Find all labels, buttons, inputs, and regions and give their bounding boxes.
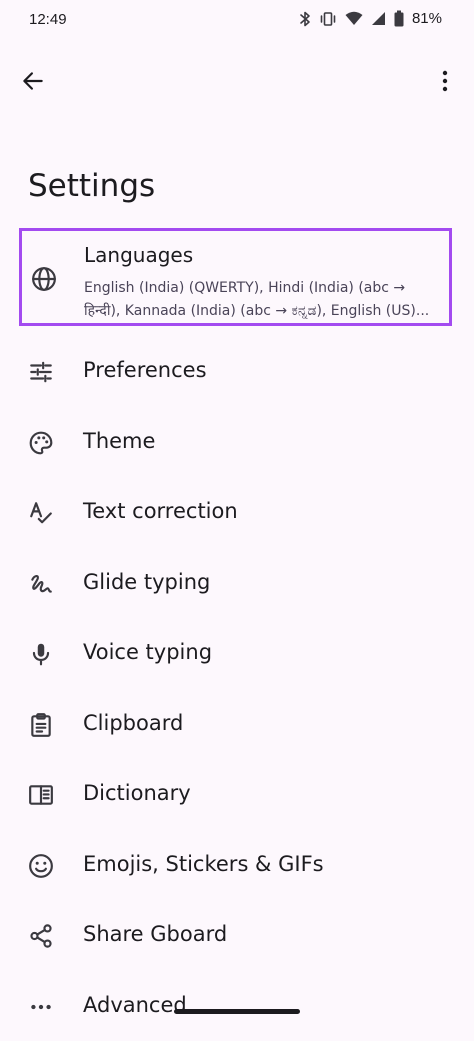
item-label: Dictionary — [83, 781, 191, 805]
item-label: Voice typing — [83, 640, 212, 664]
status-bar: 12:49 81% — [0, 0, 474, 44]
languages-summary: English (India) (QWERTY), Hindi (India) … — [84, 277, 452, 323]
share-icon — [28, 923, 54, 949]
settings-item-dictionary[interactable]: Dictionary — [0, 759, 474, 830]
status-icons: 81% — [299, 10, 442, 27]
status-time: 12:49 — [29, 11, 67, 28]
more-horiz-icon — [28, 994, 54, 1020]
globe-icon — [31, 266, 57, 292]
settings-item-text-correction[interactable]: Text correction — [0, 477, 474, 548]
languages-item[interactable]: Languages English (India) (QWERTY), Hind… — [19, 228, 452, 326]
palette-icon — [28, 430, 54, 456]
settings-item-preferences[interactable]: Preferences — [0, 336, 474, 407]
page-title: Settings — [28, 168, 155, 204]
gesture-icon — [28, 571, 54, 597]
item-label: Clipboard — [83, 711, 183, 735]
more-options-button[interactable] — [432, 66, 458, 96]
signal-icon — [371, 11, 386, 26]
item-label: Text correction — [83, 499, 238, 523]
mic-icon — [28, 641, 54, 667]
item-label: Theme — [83, 429, 155, 453]
settings-item-glide-typing[interactable]: Glide typing — [0, 548, 474, 619]
book-icon — [28, 782, 54, 808]
app-bar — [0, 56, 474, 104]
emoji-icon — [28, 853, 54, 879]
battery-percent: 81% — [412, 10, 442, 27]
back-button[interactable] — [20, 68, 46, 94]
languages-title: Languages — [84, 243, 193, 267]
item-label: Advanced — [83, 993, 187, 1017]
more-vert-icon — [432, 66, 458, 96]
vibrate-icon — [319, 11, 337, 27]
settings-item-theme[interactable]: Theme — [0, 407, 474, 478]
item-label: Emojis, Stickers & GIFs — [83, 852, 324, 876]
wifi-icon — [345, 11, 363, 26]
battery-icon — [394, 10, 404, 27]
spellcheck-icon — [28, 500, 54, 526]
languages-summary-line2: हिन्दी), Kannada (India) (abc → ಕನ್ನಡ), … — [84, 300, 452, 323]
settings-item-voice-typing[interactable]: Voice typing — [0, 618, 474, 689]
item-label: Preferences — [83, 358, 207, 382]
settings-item-emojis[interactable]: Emojis, Stickers & GIFs — [0, 830, 474, 901]
bluetooth-icon — [299, 11, 311, 27]
settings-item-share-gboard[interactable]: Share Gboard — [0, 900, 474, 971]
item-label: Glide typing — [83, 570, 210, 594]
gesture-navigation-bar[interactable] — [174, 1009, 300, 1014]
clipboard-icon — [28, 712, 54, 738]
arrow-back-icon — [20, 68, 46, 94]
settings-item-clipboard[interactable]: Clipboard — [0, 689, 474, 760]
settings-item-advanced[interactable]: Advanced — [0, 971, 474, 1041]
settings-list: Preferences Theme Text correction Glide … — [0, 336, 474, 1041]
item-label: Share Gboard — [83, 922, 227, 946]
languages-summary-line1: English (India) (QWERTY), Hindi (India) … — [84, 277, 452, 300]
tune-icon — [28, 359, 54, 385]
